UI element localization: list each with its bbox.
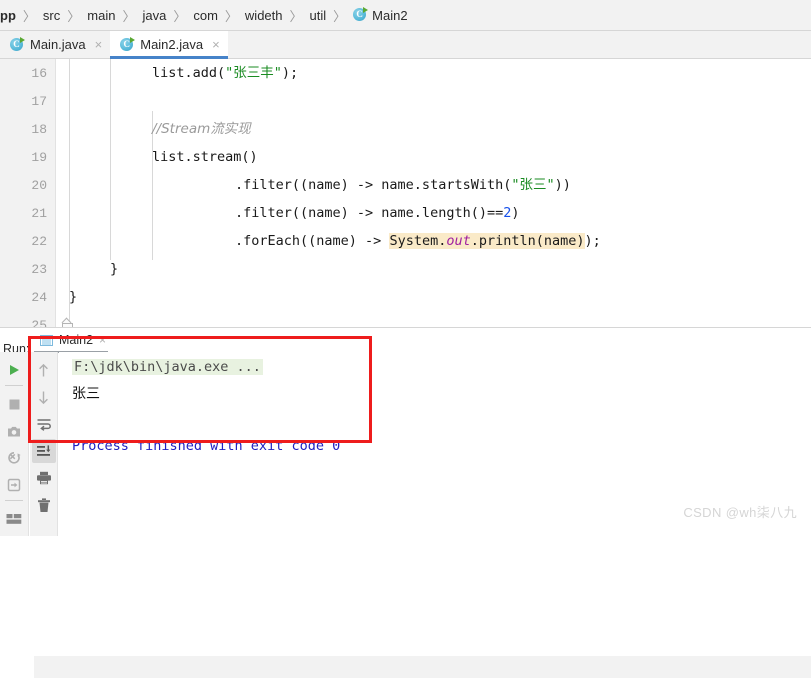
scroll-down-button[interactable] (32, 385, 56, 409)
breadcrumb-item-wideth[interactable]: wideth (243, 8, 285, 23)
scroll-to-end-button[interactable] (31, 439, 56, 463)
console-command-line: F:\jdk\bin\java.exe ... (72, 359, 263, 375)
code-line-23: } (110, 261, 119, 277)
java-class-icon: C (120, 36, 136, 52)
console-program-output: 张三 (72, 386, 100, 402)
toolbar-divider (5, 385, 23, 386)
layout-settings-button[interactable] (2, 507, 26, 531)
line-number: 24 (31, 290, 47, 305)
camera-icon (7, 426, 20, 436)
stop-icon (9, 399, 19, 409)
export-icon (7, 478, 21, 492)
scroll-to-end-icon (36, 445, 50, 456)
breadcrumb-separator: 〉 (289, 8, 303, 24)
export-button[interactable] (2, 473, 26, 497)
breadcrumb-separator: 〉 (22, 8, 36, 24)
trash-icon (37, 497, 50, 512)
line-number: 19 (31, 150, 47, 165)
soft-wrap-icon (37, 419, 51, 431)
arrow-down-icon (39, 391, 48, 404)
code-line-21: .filter((name) -> name.length()==2) (235, 205, 520, 221)
line-number-gutter: 16 17 18 19 20 21 22 23 24 25 (0, 59, 56, 333)
breadcrumb-item-main2[interactable]: C Main2 (351, 7, 409, 23)
run-tab-strip (34, 656, 811, 678)
breadcrumb-item-src[interactable]: src (41, 8, 62, 23)
fold-column[interactable] (57, 59, 69, 327)
scroll-up-button[interactable] (32, 358, 56, 382)
run-toolbar-primary (0, 352, 29, 536)
editor-tab-bar: C Main.java × C Main2.java × (0, 31, 811, 59)
code-line-19: list.stream() (152, 149, 258, 165)
rerun-failed-tests-button[interactable] (2, 446, 26, 470)
run-tab-label: Main2 (59, 333, 94, 347)
close-icon[interactable]: × (99, 333, 106, 347)
watermark: CSDN @wh柒八九 (683, 505, 797, 520)
line-number: 23 (31, 262, 47, 277)
code-line-16: list.add("张三丰"); (152, 65, 299, 81)
line-number: 20 (31, 178, 47, 193)
code-line-24: } (69, 289, 78, 305)
console-exit-line: Process finished with exit code 0 (72, 438, 341, 454)
tab-main-java[interactable]: C Main.java × (0, 31, 110, 58)
breadcrumb-separator: 〉 (173, 8, 187, 24)
code-line-22: .forEach((name) -> System.out.println(na… (235, 233, 601, 249)
line-number: 22 (31, 234, 47, 249)
print-icon (36, 471, 51, 485)
play-icon (10, 365, 19, 375)
tab-main2-java[interactable]: C Main2.java × (110, 31, 229, 59)
breadcrumb-separator: 〉 (67, 8, 81, 24)
layout-icon (6, 514, 22, 524)
code-editor[interactable]: 16 17 18 19 20 21 22 23 24 25 list.add("… (0, 59, 811, 343)
breadcrumb-separator: 〉 (122, 8, 136, 24)
breadcrumb-item-util[interactable]: util (308, 8, 329, 23)
rerun-failed-icon (7, 452, 21, 464)
line-number: 18 (31, 122, 47, 137)
tab-label: Main.java (30, 37, 86, 52)
code-line-18: //Stream流实现 (152, 121, 251, 137)
java-class-icon: C (10, 36, 25, 52)
breadcrumb-item-java[interactable]: java (140, 8, 168, 23)
java-class-icon: C (353, 7, 369, 22)
close-icon[interactable]: × (212, 37, 220, 52)
run-button[interactable] (2, 358, 26, 382)
run-tab-main2[interactable]: Main2 × (33, 330, 109, 353)
console-icon (40, 334, 53, 346)
line-number: 21 (31, 206, 47, 221)
line-number: 16 (31, 66, 47, 81)
breadcrumb-item-main[interactable]: main (85, 8, 117, 23)
breadcrumb-separator: 〉 (333, 8, 347, 24)
stop-button[interactable] (2, 392, 26, 416)
breadcrumb-item-pp[interactable]: pp (0, 8, 18, 23)
tab-label: Main2.java (140, 37, 204, 52)
line-number: 17 (31, 94, 47, 109)
breadcrumb-item-label: Main2 (372, 7, 408, 23)
breadcrumb-item-com[interactable]: com (191, 8, 220, 23)
indent-guide (110, 59, 111, 260)
usage-highlight: System.out.println(name) (389, 233, 585, 249)
close-icon[interactable]: × (95, 37, 103, 52)
toolbar-divider (5, 500, 23, 501)
clear-all-button[interactable] (32, 493, 56, 517)
code-line-20: .filter((name) -> name.startsWith("张三")) (235, 177, 571, 193)
run-toolbar-secondary (30, 352, 58, 536)
screenshot-button[interactable] (2, 419, 26, 443)
breadcrumb-separator: 〉 (224, 8, 238, 24)
breadcrumb: pp 〉 src 〉 main 〉 java 〉 com 〉 wideth 〉 … (0, 0, 811, 31)
arrow-up-icon (39, 363, 48, 376)
print-button[interactable] (32, 466, 56, 490)
soft-wrap-button[interactable] (32, 412, 56, 436)
